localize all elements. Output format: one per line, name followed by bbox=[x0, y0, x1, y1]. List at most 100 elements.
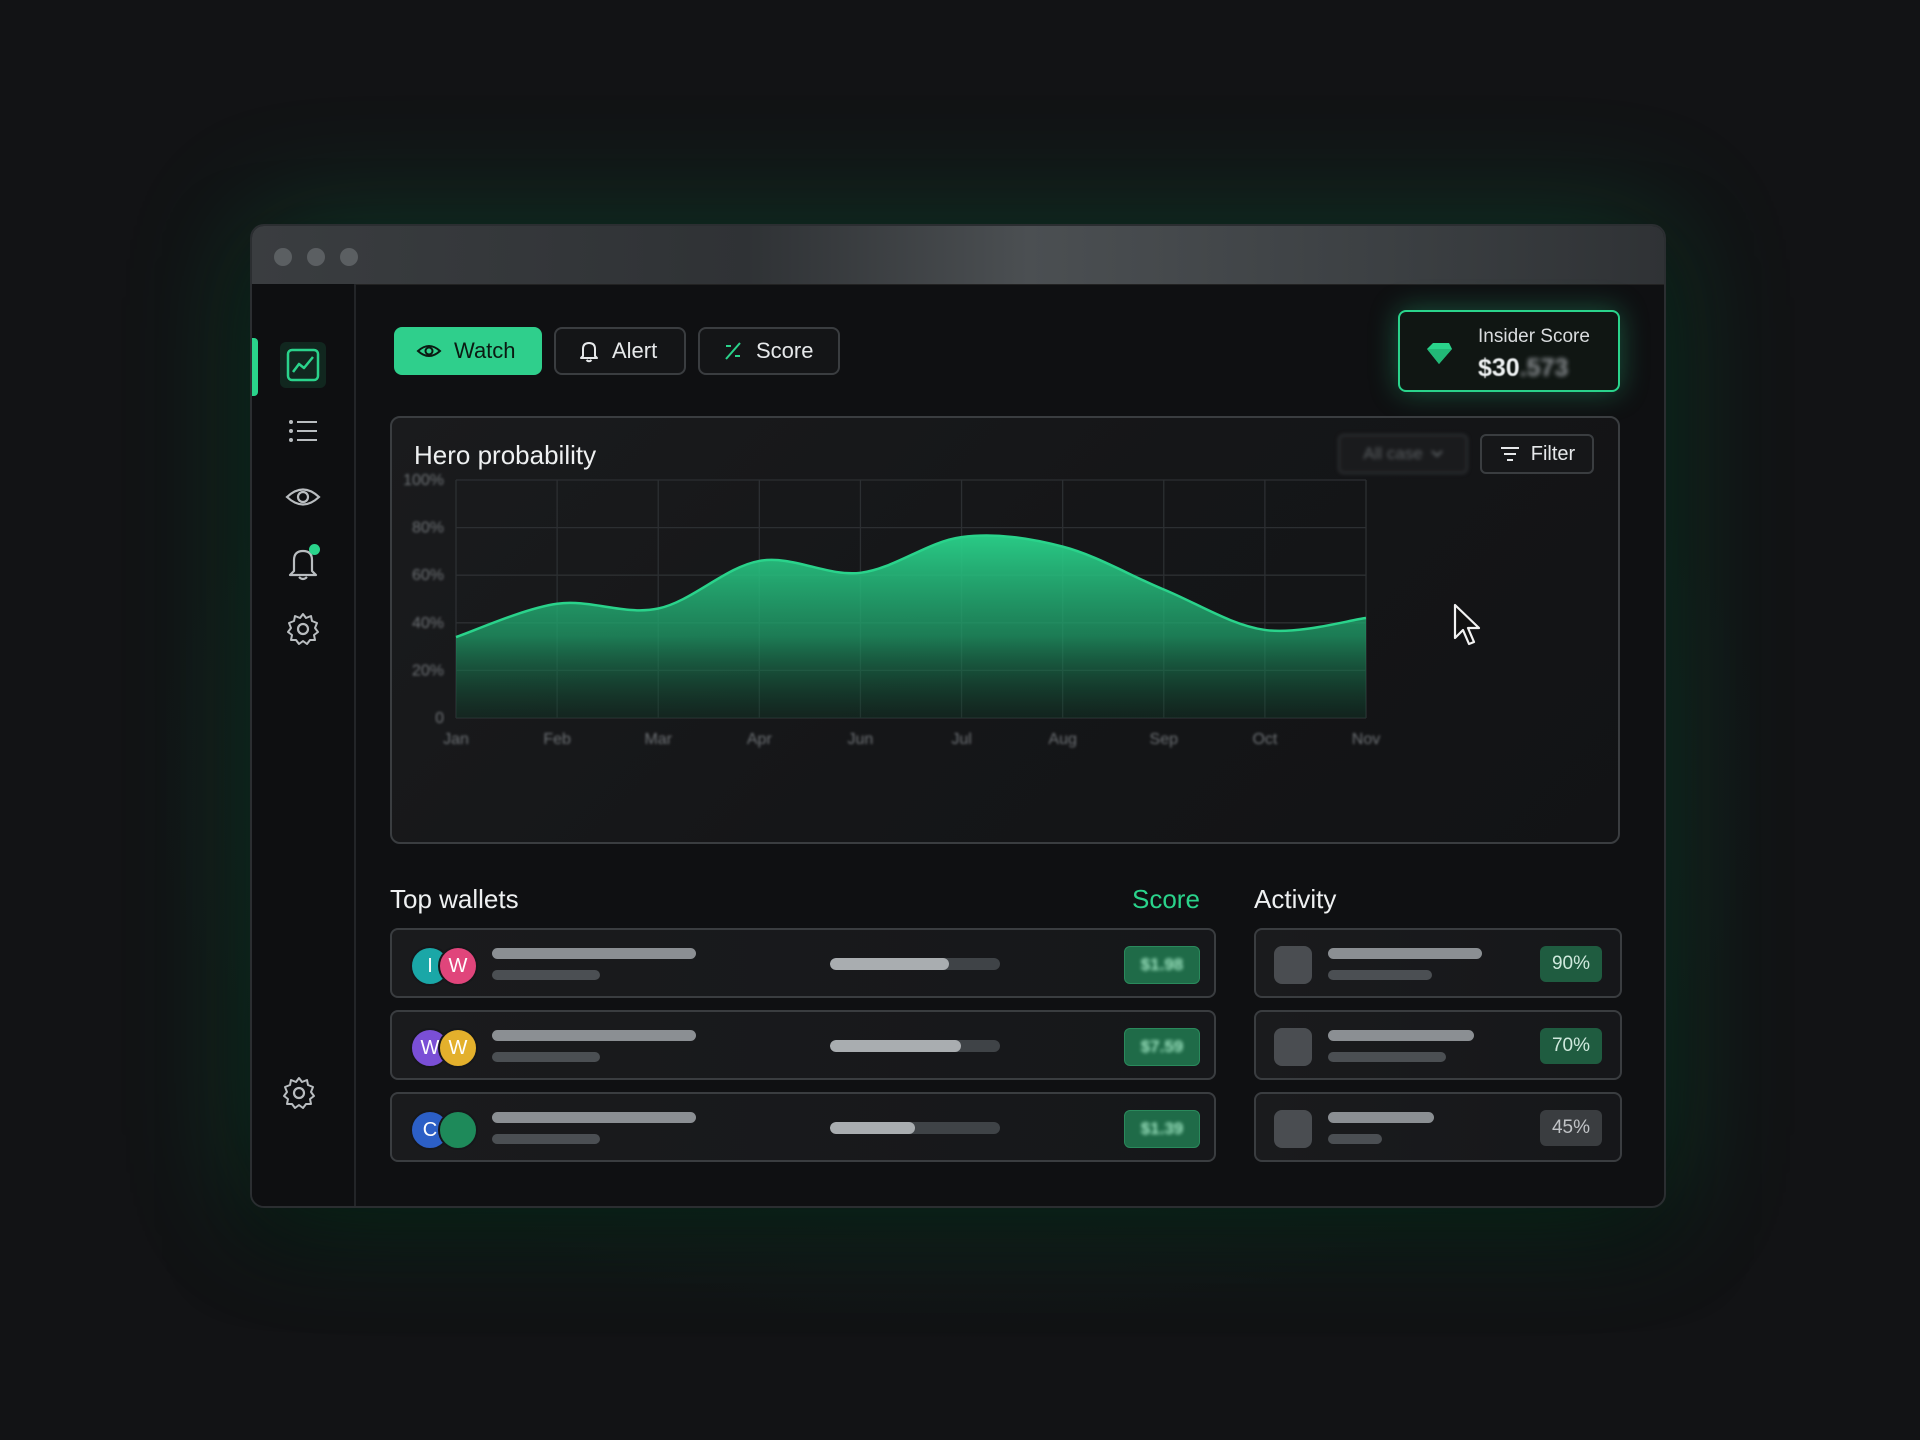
x-tick-label: Sep bbox=[1150, 731, 1179, 748]
y-tick-label: 80% bbox=[412, 520, 444, 537]
score-progress bbox=[830, 1122, 1000, 1134]
activity-title-placeholder bbox=[1328, 948, 1482, 959]
avatar: W bbox=[438, 1028, 478, 1068]
sidebar-item-dashboard[interactable] bbox=[280, 342, 326, 388]
activity-title: Activity bbox=[1254, 884, 1337, 914]
activity-title-placeholder bbox=[1328, 1030, 1474, 1041]
sidebar-item-watch[interactable] bbox=[280, 474, 326, 520]
sidebar-item-preferences[interactable] bbox=[276, 1070, 322, 1116]
x-tick-label: Jul bbox=[951, 731, 971, 748]
gear-icon bbox=[287, 613, 319, 645]
activity-subtitle-placeholder bbox=[1328, 1052, 1446, 1062]
avatar bbox=[438, 1110, 478, 1150]
x-tick-label: Aug bbox=[1048, 731, 1076, 748]
wallet-value-badge: $7.59 bbox=[1124, 1028, 1200, 1066]
wallet-address-placeholder bbox=[492, 1134, 600, 1144]
x-tick-label: Nov bbox=[1352, 731, 1380, 748]
activity-percent-badge: 90% bbox=[1540, 946, 1602, 982]
x-tick-label: Feb bbox=[543, 731, 571, 748]
insider-score-value-main: $30 bbox=[1478, 354, 1520, 382]
mouse-cursor-icon bbox=[1453, 603, 1481, 646]
range-select[interactable]: All case bbox=[1338, 434, 1468, 474]
activity-thumbnail bbox=[1274, 1028, 1312, 1066]
y-tick-label: 0 bbox=[435, 710, 444, 727]
sidebar-item-settings[interactable] bbox=[280, 606, 326, 652]
window-maximize-dot[interactable] bbox=[340, 248, 358, 266]
avatar: W bbox=[438, 946, 478, 986]
activity-row[interactable]: 45% bbox=[1254, 1092, 1622, 1162]
activity-subtitle-placeholder bbox=[1328, 970, 1432, 980]
wallet-value: $1.39 bbox=[1140, 1119, 1184, 1138]
insider-score-value-faded: .573 bbox=[1519, 354, 1569, 382]
wallet-value-badge: $1.98 bbox=[1124, 946, 1200, 984]
score-progress-fill bbox=[830, 1040, 961, 1052]
wallet-name-placeholder bbox=[492, 1030, 696, 1041]
eye-icon bbox=[416, 345, 442, 357]
chart-title: Hero probability bbox=[414, 440, 597, 470]
activity-percent-badge: 45% bbox=[1540, 1110, 1602, 1146]
y-tick-label: 40% bbox=[412, 615, 444, 632]
notification-dot bbox=[309, 544, 320, 555]
score-button[interactable]: Score bbox=[698, 327, 840, 375]
insider-score-value: $30.573 bbox=[1478, 354, 1568, 383]
x-tick-label: Mar bbox=[644, 731, 672, 748]
chart-line-icon bbox=[286, 348, 320, 382]
wallet-row[interactable]: I W $1.98 bbox=[390, 928, 1216, 998]
wallet-address-placeholder bbox=[492, 970, 600, 980]
y-tick-label: 20% bbox=[412, 662, 444, 679]
activity-thumbnail bbox=[1274, 1110, 1312, 1148]
sidebar-item-alerts[interactable] bbox=[280, 540, 326, 586]
filter-button-label: Filter bbox=[1530, 442, 1576, 465]
x-tick-label: Oct bbox=[1252, 731, 1277, 748]
gear-icon bbox=[283, 1077, 315, 1109]
y-tick-label: 100% bbox=[403, 472, 444, 489]
filter-button[interactable]: Filter bbox=[1480, 434, 1594, 474]
x-tick-label: Apr bbox=[747, 731, 773, 748]
score-progress bbox=[830, 1040, 1000, 1052]
title-bar bbox=[252, 226, 1664, 285]
activity-title-placeholder bbox=[1328, 1112, 1434, 1123]
percent-icon bbox=[725, 342, 741, 360]
wallet-name-placeholder bbox=[492, 948, 696, 959]
range-select-value: All case bbox=[1363, 444, 1423, 463]
wallet-row[interactable]: W W $7.59 bbox=[390, 1010, 1216, 1080]
watch-button[interactable]: Watch bbox=[394, 327, 542, 375]
insider-score-card[interactable]: Insider Score $30.573 bbox=[1398, 310, 1620, 392]
eye-icon bbox=[285, 488, 321, 506]
area-series-fill bbox=[456, 535, 1366, 718]
window-close-dot[interactable] bbox=[274, 248, 292, 266]
wallet-value-badge: $1.39 bbox=[1124, 1110, 1200, 1148]
sidebar-active-indicator bbox=[252, 338, 258, 396]
y-tick-label: 60% bbox=[412, 567, 444, 584]
wallet-value: $7.59 bbox=[1140, 1037, 1184, 1056]
alert-button-label: Alert bbox=[612, 338, 658, 363]
score-button-label: Score bbox=[756, 338, 814, 363]
score-progress-fill bbox=[830, 958, 949, 970]
activity-subtitle-placeholder bbox=[1328, 1134, 1382, 1144]
x-tick-label: Jun bbox=[848, 731, 874, 748]
list-icon bbox=[289, 420, 317, 442]
score-progress bbox=[830, 958, 1000, 970]
sidebar bbox=[252, 284, 356, 1206]
bell-icon bbox=[580, 342, 598, 363]
score-column-header[interactable]: Score bbox=[1132, 884, 1200, 915]
activity-percent-badge: 70% bbox=[1540, 1028, 1602, 1064]
activity-thumbnail bbox=[1274, 946, 1312, 984]
top-wallets-title: Top wallets bbox=[390, 884, 519, 914]
gem-icon bbox=[1427, 343, 1452, 364]
score-progress-fill bbox=[830, 1122, 915, 1134]
activity-row[interactable]: 70% bbox=[1254, 1010, 1622, 1080]
wallet-value: $1.98 bbox=[1140, 955, 1184, 974]
wallet-address-placeholder bbox=[492, 1052, 600, 1062]
window-minimize-dot[interactable] bbox=[307, 248, 325, 266]
sidebar-item-list[interactable] bbox=[280, 408, 326, 454]
alert-button[interactable]: Alert bbox=[554, 327, 686, 375]
chevron-down-icon bbox=[1431, 450, 1443, 458]
insider-score-label: Insider Score bbox=[1478, 326, 1590, 347]
wallet-row[interactable]: C $1.39 bbox=[390, 1092, 1216, 1162]
activity-row[interactable]: 90% bbox=[1254, 928, 1622, 998]
wallet-name-placeholder bbox=[492, 1112, 696, 1123]
chart-card: 100% 80% 60% 40% 20% 0 Jan Feb Mar Apr Jun Jul Aug S… bbox=[390, 416, 1620, 844]
watch-button-label: Watch bbox=[454, 338, 516, 363]
filter-icon bbox=[1500, 447, 1519, 461]
